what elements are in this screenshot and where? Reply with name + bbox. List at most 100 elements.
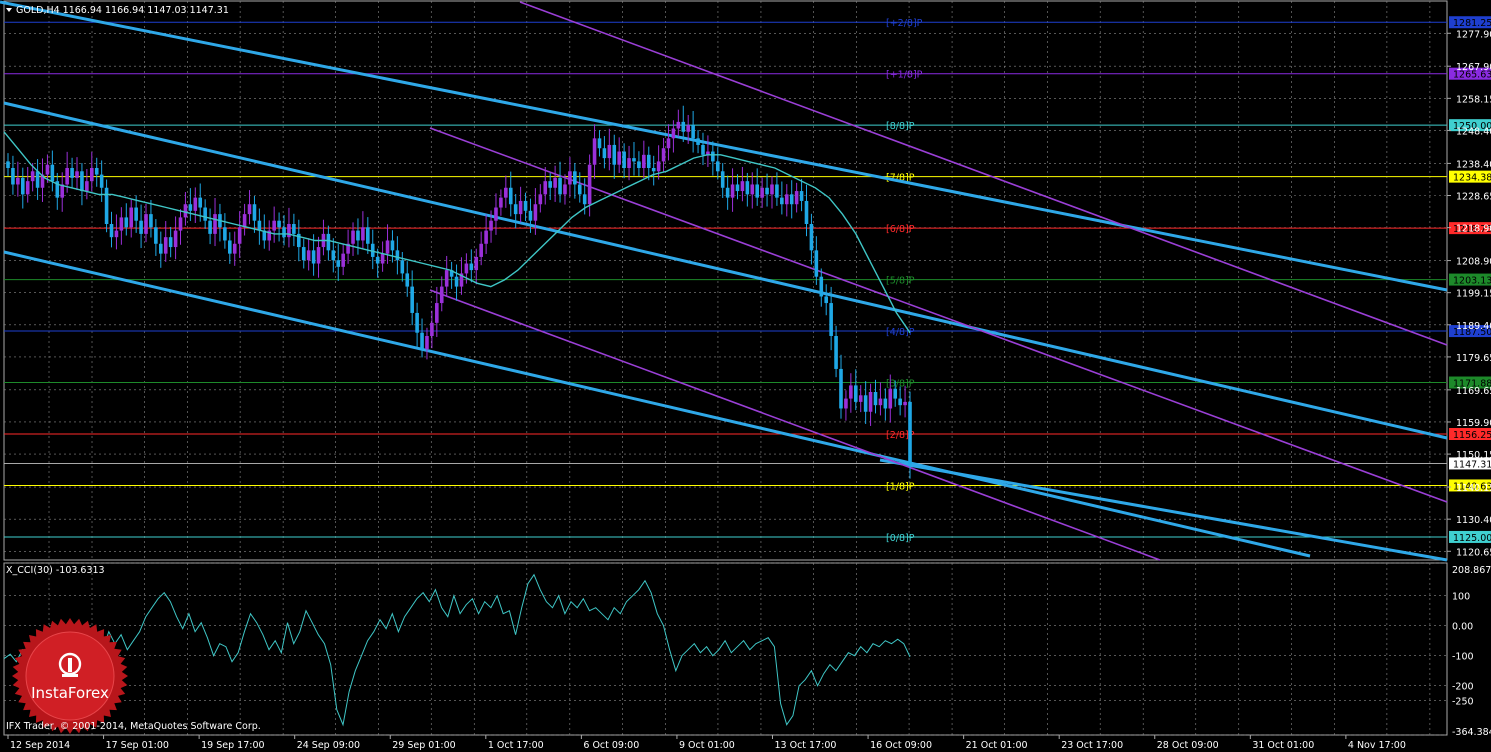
- candle-body: [622, 151, 626, 168]
- candle-body: [494, 207, 498, 221]
- x-tick-label: 9 Oct 01:00: [679, 740, 735, 751]
- logo-emblem-base: [62, 674, 78, 677]
- candle-body: [292, 224, 296, 234]
- y-tick-label: 1120.65: [1456, 547, 1491, 558]
- candle-body: [464, 263, 469, 274]
- gold-h4-chart[interactable]: [+2/8]P 1281.25[+1/8]P 1265.63[8/8]P 1250.0…: [0, 0, 1491, 752]
- y-tick-label: 1228.65: [1456, 192, 1491, 203]
- candle-body: [740, 181, 745, 192]
- candle-body: [479, 243, 483, 257]
- candle-body: [691, 125, 695, 139]
- candle-body: [139, 220, 143, 234]
- candle-body: [878, 398, 883, 406]
- y-tick-label: 1150.15: [1456, 450, 1491, 461]
- candle-body: [637, 161, 641, 168]
- x-tick-label: 1 Oct 17:00: [488, 740, 544, 751]
- price-tag-text: 1125.00: [1453, 533, 1491, 544]
- candle-body: [45, 164, 50, 175]
- candle-body: [558, 177, 562, 195]
- candle-body: [627, 158, 631, 168]
- candle-body: [257, 220, 262, 231]
- candle-body: [272, 220, 276, 231]
- candle-body: [99, 174, 104, 188]
- murrey-level-label: [4/8]P: [886, 327, 915, 338]
- candle-body: [632, 158, 636, 162]
- candle-body: [730, 184, 735, 198]
- candle-body: [834, 336, 838, 369]
- murrey-level-label: [+2/8]P: [886, 18, 923, 29]
- candle-body: [563, 184, 567, 195]
- candle-body: [671, 128, 676, 139]
- candle-body: [134, 207, 138, 221]
- y-tick-label: 1267.90: [1456, 62, 1491, 73]
- candle-body: [228, 240, 232, 254]
- candle-body: [577, 184, 582, 195]
- candle-body: [868, 392, 873, 412]
- x-tick-label: 31 Oct 01:00: [1252, 740, 1314, 751]
- x-tick-label: 12 Sep 2014: [10, 740, 70, 751]
- candle-body: [341, 253, 345, 267]
- candle-body: [568, 171, 572, 185]
- x-tick-label: 28 Oct 09:00: [1157, 740, 1219, 751]
- candle-body: [183, 204, 188, 218]
- candle-body: [863, 395, 868, 412]
- candle-body: [775, 184, 779, 198]
- murrey-level-label: [+1/8]P: [886, 70, 923, 81]
- candle-body: [794, 191, 799, 205]
- cci-y-tick-label: 208.8672: [1452, 565, 1491, 576]
- copyright-text: IFX Trader, © 2001-2014, MetaQuotes Soft…: [6, 721, 261, 732]
- candle-body: [844, 398, 848, 409]
- candle-body: [425, 336, 429, 350]
- candle-body: [711, 151, 715, 162]
- chart-title: GOLD,H4 1166.94 1166.94 1147.03 1147.31: [16, 5, 229, 16]
- x-tick-label: 13 Oct 17:00: [775, 740, 837, 751]
- candle-body: [607, 144, 612, 159]
- candle-body: [720, 171, 725, 188]
- candle-body: [395, 250, 400, 261]
- candle-body: [582, 194, 587, 205]
- y-tick-label: 1277.90: [1456, 29, 1491, 40]
- cci-y-tick-label: -100: [1452, 652, 1474, 663]
- y-tick-label: 1130.40: [1456, 515, 1491, 526]
- candle-body: [829, 303, 833, 336]
- candle-body: [168, 237, 173, 248]
- candle-body: [484, 230, 488, 244]
- candle-body: [119, 217, 124, 231]
- candle-body: [50, 164, 55, 182]
- candle-body: [799, 191, 804, 201]
- candle-body: [661, 148, 666, 162]
- murrey-level-label: [1/8]P: [886, 481, 915, 492]
- candle-body: [642, 154, 646, 168]
- candle-body: [814, 250, 819, 277]
- x-tick-label: 6 Oct 09:00: [583, 740, 639, 751]
- candle-body: [548, 181, 552, 188]
- candle-body: [232, 243, 237, 254]
- price-tag-text: 1203.13: [1453, 276, 1491, 287]
- candle-body: [903, 401, 907, 406]
- candle-body: [356, 230, 360, 241]
- instaforex-logo: InstaForex: [12, 618, 128, 734]
- price-tag-text: 1156.25: [1453, 430, 1491, 441]
- candle-body: [780, 197, 784, 205]
- candle-body: [287, 224, 291, 238]
- candle-body: [597, 138, 602, 149]
- candle-body: [410, 286, 414, 313]
- y-tick-label: 1140.15: [1456, 483, 1491, 494]
- candle-body: [20, 177, 25, 195]
- candle-body: [701, 144, 705, 155]
- candle-body: [223, 227, 227, 241]
- candle-body: [35, 171, 40, 188]
- candle-body: [735, 184, 740, 192]
- candle-body: [420, 332, 424, 350]
- candle-body: [809, 224, 814, 251]
- candle-body: [242, 214, 247, 228]
- candle-body: [65, 168, 69, 185]
- x-tick-label: 24 Sep 09:00: [297, 740, 360, 751]
- candle-body: [513, 204, 518, 215]
- candle-body: [898, 398, 902, 406]
- candle-body: [853, 385, 858, 402]
- candle-body: [592, 138, 597, 165]
- cci-y-tick-label: -364.3846: [1452, 727, 1491, 738]
- candle-body: [30, 171, 35, 182]
- candle-body: [508, 187, 513, 205]
